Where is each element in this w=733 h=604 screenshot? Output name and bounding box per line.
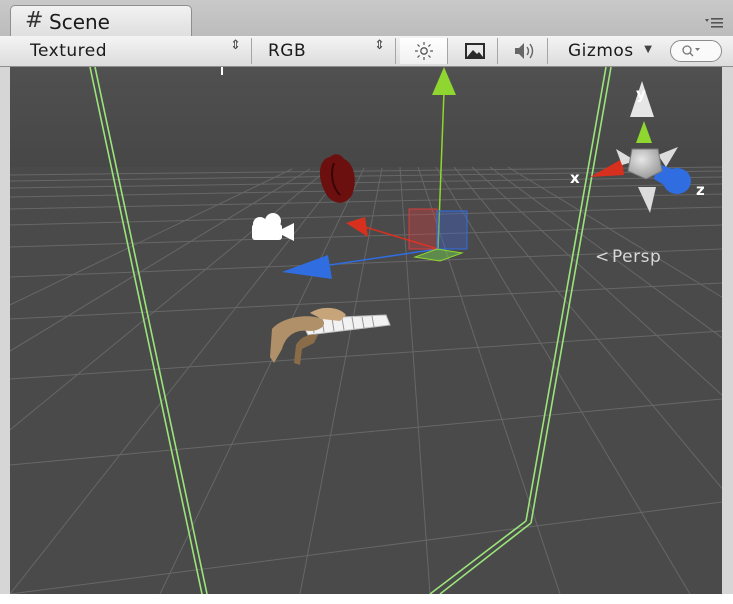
window-bottom xyxy=(0,594,733,604)
gizmos-dropdown[interactable]: Gizmos ▼ xyxy=(556,38,662,64)
scene-canvas[interactable]: y x z xyxy=(10,67,722,594)
scene-toolbar: Textured ⇕ RGB ⇕ Gizmos ▼ xyxy=(0,36,733,67)
speaker-icon xyxy=(514,43,533,59)
image-icon xyxy=(464,43,485,59)
viewport-marker xyxy=(221,67,223,75)
search-input[interactable] xyxy=(670,40,722,62)
gizmo-z-label: z xyxy=(696,181,705,199)
updown-arrows-icon: ⇕ xyxy=(230,38,241,53)
render-mode-value: Textured xyxy=(30,41,108,61)
projection-label[interactable]: Persp xyxy=(612,247,661,267)
tab-scene[interactable]: # Scene xyxy=(10,5,192,37)
render-mode-dropdown[interactable]: Textured ⇕ xyxy=(18,38,252,64)
sky-background xyxy=(10,67,722,177)
gizmo-x-label: x xyxy=(570,169,580,187)
search-icon xyxy=(682,45,700,57)
audio-toggle[interactable] xyxy=(502,38,548,64)
updown-arrows-icon: ⇕ xyxy=(374,38,385,53)
sun-icon xyxy=(414,42,433,60)
color-channel-value: RGB xyxy=(268,41,307,61)
scene-viewport[interactable]: y x z < Persp xyxy=(10,67,722,594)
tab-menu-icon[interactable] xyxy=(705,14,723,28)
projection-arrow-icon: < xyxy=(595,247,610,267)
gizmo-y-label: y xyxy=(636,85,646,103)
tab-strip: # Scene xyxy=(0,0,733,37)
scene-window: # Scene Textured ⇕ RGB ⇕ Gizmos ▼ y x z … xyxy=(0,0,733,604)
hash-icon: # xyxy=(25,8,44,33)
gizmos-label: Gizmos xyxy=(568,41,634,61)
tab-scene-label: Scene xyxy=(49,10,110,34)
color-channel-dropdown[interactable]: RGB ⇕ xyxy=(256,38,396,64)
effects-toggle[interactable] xyxy=(452,38,498,64)
chevron-down-icon: ▼ xyxy=(644,44,652,55)
lighting-toggle[interactable] xyxy=(400,38,448,64)
